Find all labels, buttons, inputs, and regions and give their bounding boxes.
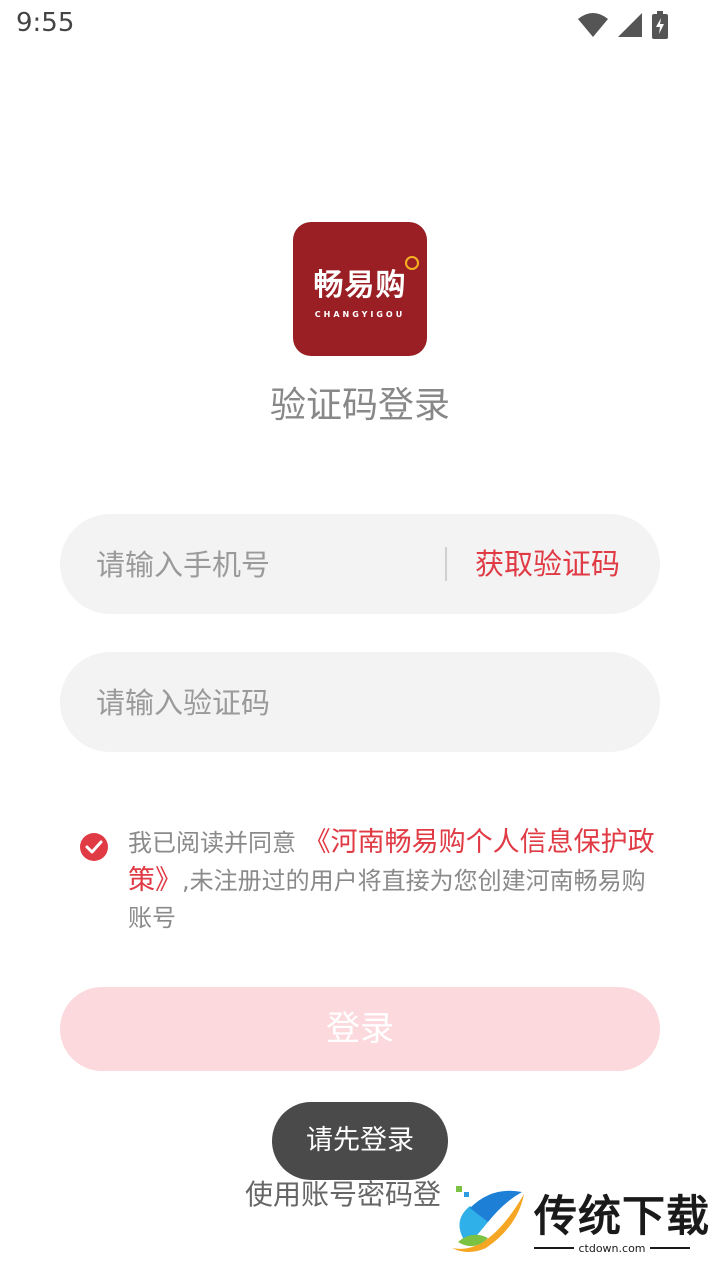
agreement-prefix: 我已阅读并同意 <box>128 829 296 857</box>
code-field <box>60 652 660 754</box>
status-icons <box>578 10 668 40</box>
app-logo: 畅易购 CHANGYIGOU <box>293 222 427 356</box>
watermark-logo-icon <box>452 1186 524 1252</box>
agreement-text: 我已阅读并同意 《河南畅易购个人信息保护政策》,未注册过的用户将直接为您创建河南… <box>128 824 668 937</box>
toast-message: 请先登录 <box>272 1102 448 1180</box>
field-divider <box>445 547 447 581</box>
login-button[interactable]: 登录 <box>60 987 660 1071</box>
status-bar: 9:55 <box>0 0 720 50</box>
logo-text-en: CHANGYIGOU <box>314 309 406 319</box>
code-input[interactable] <box>94 652 618 754</box>
battery-charging-icon <box>652 11 668 39</box>
check-icon <box>85 840 103 854</box>
agreement-suffix: ,未注册过的用户将直接为您创建河南畅易购账号 <box>128 867 646 932</box>
watermark-sub: ctdown.com <box>534 1240 690 1256</box>
logo-text-cn: 畅易购 <box>314 255 419 304</box>
phone-input[interactable] <box>94 514 458 616</box>
page-title: 验证码登录 <box>269 385 450 426</box>
get-code-button[interactable]: 获取验证码 <box>475 514 620 614</box>
watermark-sub-text: ctdown.com <box>578 1241 646 1255</box>
watermark-text: 传统下载 <box>534 1192 710 1242</box>
agreement-checkbox[interactable] <box>80 833 108 861</box>
watermark-line-left <box>534 1247 575 1249</box>
wifi-icon <box>578 13 608 37</box>
logo-magnifier-icon <box>404 255 419 270</box>
watermark-line-right <box>649 1247 690 1249</box>
status-time: 9:55 <box>16 8 75 38</box>
phone-field: 获取验证码 <box>60 514 660 616</box>
signal-icon <box>618 13 642 37</box>
